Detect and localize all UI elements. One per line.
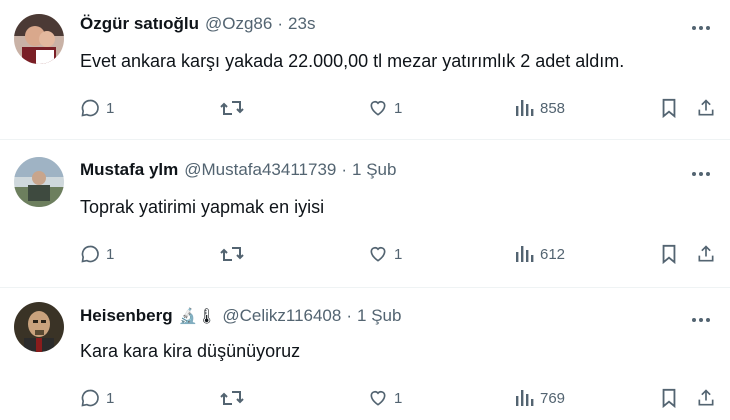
share-button[interactable] [696,244,716,264]
separator-dot: · [346,306,353,325]
avatar[interactable] [14,302,64,352]
reply-bubble-icon [80,388,100,408]
author-handle[interactable]: @Ozg86 [205,14,272,34]
like-count: 1 [394,389,403,407]
retweet-icon [220,244,244,264]
avatar[interactable] [14,14,64,64]
action-bar: 1 1 858 [80,95,716,121]
author-name[interactable]: Özgür satıoğlu [80,14,199,34]
bookmark-icon [660,244,678,264]
heart-icon [368,388,388,408]
views-bars-icon [514,98,534,118]
like-button[interactable]: 1 [368,388,402,408]
timestamp[interactable]: 1 Şub [357,306,401,326]
more-dots-icon[interactable] [686,310,716,330]
reply-bubble-icon [80,98,100,118]
like-button[interactable]: 1 [368,98,402,118]
author-handle[interactable]: @Mustafa43411739 [184,160,336,180]
retweet-button[interactable] [220,388,244,408]
author-name[interactable]: Mustafa ylm [80,160,178,180]
reply-feed: Özgür satıoğlu @Ozg86 · 23s Evet ankara … [0,0,730,420]
reply-button[interactable]: 1 [80,244,114,264]
more-dots-icon[interactable] [686,164,716,184]
tweet-header: Özgür satıoğlu @Ozg86 · 23s [80,14,680,34]
views-bars-icon [514,244,534,264]
reply-count: 1 [106,99,115,117]
bookmark-button[interactable] [660,98,678,118]
like-count: 1 [394,245,403,263]
separator-dot: · [341,160,348,179]
heart-icon [368,98,388,118]
tweet-item[interactable]: Heisenberg 🔬🌡 @Celikz116408 · 1 Şub Kara… [0,288,730,420]
reply-bubble-icon [80,244,100,264]
timestamp[interactable]: 23s [288,14,315,34]
tweet-text: Evet ankara karşı yakada 22.000,00 tl me… [80,51,625,71]
tweet-item[interactable]: Mustafa ylm @Mustafa43411739 · 1 Şub Top… [0,140,730,288]
view-count: 858 [540,99,566,117]
bookmark-icon [660,98,678,118]
reply-button[interactable]: 1 [80,388,114,408]
share-button[interactable] [696,388,716,408]
heart-icon [368,244,388,264]
author-handle[interactable]: @Celikz116408 [222,306,341,326]
reply-button[interactable]: 1 [80,98,114,118]
bookmark-icon [660,388,678,408]
view-count: 612 [540,245,566,263]
views-button[interactable]: 769 [514,388,565,408]
retweet-icon [220,98,244,118]
bookmark-button[interactable] [660,244,678,264]
share-icon [696,388,716,408]
share-icon [696,98,716,118]
more-dots-icon[interactable] [686,18,716,38]
view-count: 769 [540,389,566,407]
share-icon [696,244,716,264]
tweet-item[interactable]: Özgür satıoğlu @Ozg86 · 23s Evet ankara … [0,0,730,140]
share-button[interactable] [696,98,716,118]
separator-dot: · [277,14,284,33]
avatar[interactable] [14,157,64,207]
retweet-icon [220,388,244,408]
bookmark-button[interactable] [660,388,678,408]
reply-count: 1 [106,389,115,407]
retweet-button[interactable] [220,244,244,264]
tweet-header: Mustafa ylm @Mustafa43411739 · 1 Şub [80,160,680,180]
author-name[interactable]: Heisenberg [80,306,173,326]
views-button[interactable]: 858 [514,98,565,118]
like-button[interactable]: 1 [368,244,402,264]
tweet-header: Heisenberg 🔬🌡 @Celikz116408 · 1 Şub [80,306,680,326]
action-bar: 1 1 612 [80,241,716,267]
reply-count: 1 [106,245,115,263]
profile-emoji-badge: 🔬🌡 [178,308,217,325]
action-bar: 1 1 769 [80,385,716,411]
views-bars-icon [514,388,534,408]
like-count: 1 [394,99,403,117]
tweet-text: Kara kara kira düşünüyoruz [80,341,301,361]
views-button[interactable]: 612 [514,244,565,264]
tweet-text: Toprak yatirimi yapmak en iyisi [80,197,325,217]
timestamp[interactable]: 1 Şub [352,160,396,180]
retweet-button[interactable] [220,98,244,118]
